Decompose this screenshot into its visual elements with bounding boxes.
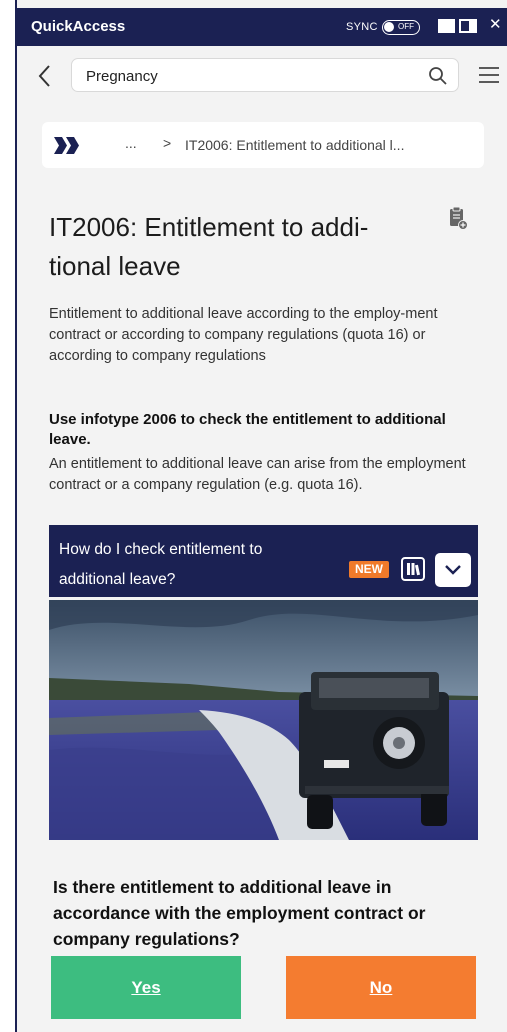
no-button[interactable]: No <box>286 956 476 1019</box>
sync-label: SYNC <box>346 21 378 33</box>
expand-button[interactable] <box>435 553 471 587</box>
breadcrumb-current: IT2006: Entitlement to additional l... <box>185 137 405 153</box>
title-bar: QuickAccess SYNC OFF ✕ <box>15 8 507 46</box>
home-logo-icon[interactable] <box>54 137 80 154</box>
page-title: IT2006: Entitlement to addi-tional leave <box>49 212 369 281</box>
app-window: QuickAccess SYNC OFF ✕ Pregnancy ... > I… <box>15 0 507 1032</box>
new-badge: NEW <box>349 561 389 578</box>
info-body: An entitlement to additional leave can a… <box>49 456 466 493</box>
sync-state: OFF <box>398 22 414 31</box>
chevron-down-icon <box>445 565 461 575</box>
search-row <box>15 46 507 106</box>
search-icon[interactable] <box>428 66 448 86</box>
toggle-knob <box>384 22 394 32</box>
search-box[interactable] <box>71 58 459 92</box>
breadcrumb-separator: > <box>163 135 172 151</box>
breadcrumb-ellipsis[interactable]: ... <box>125 135 137 151</box>
clipboard-add-icon[interactable] <box>448 205 468 231</box>
article-description: Entitlement to additional leave accordin… <box>49 306 438 364</box>
faq-question-bar[interactable]: How do I check entitlement to additional… <box>49 525 478 597</box>
breadcrumb: ... > IT2006: Entitlement to additional … <box>42 122 484 168</box>
search-input[interactable] <box>84 65 418 87</box>
minimize-button[interactable] <box>438 19 455 33</box>
yes-button[interactable]: Yes <box>51 956 241 1019</box>
dock-button[interactable] <box>459 19 477 33</box>
back-chevron-icon[interactable] <box>35 62 55 90</box>
manual-book-icon[interactable] <box>401 557 425 581</box>
sync-toggle[interactable]: OFF <box>382 20 420 35</box>
app-title: QuickAccess <box>31 18 126 35</box>
decision-question: Is there entitlement to additional leave… <box>53 877 426 949</box>
info-heading: Use infotype 2006 to check the entitleme… <box>49 411 446 448</box>
close-button[interactable]: ✕ <box>489 17 503 32</box>
jeep-landscape-image <box>49 600 478 840</box>
faq-question-text: How do I check entitlement to additional… <box>59 541 263 588</box>
hamburger-menu-icon[interactable] <box>479 66 499 84</box>
